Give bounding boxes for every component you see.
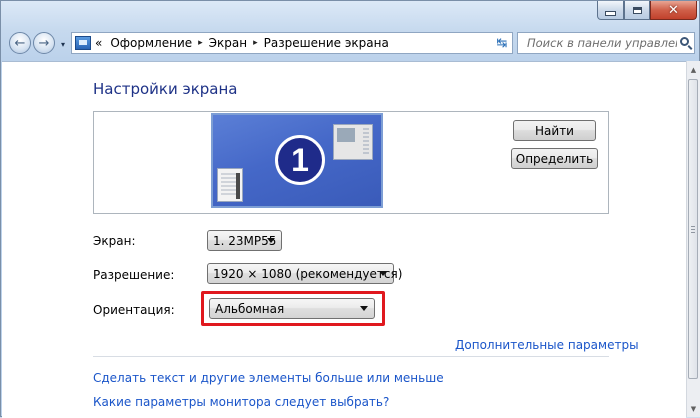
grip-line: [691, 229, 695, 230]
orientation-select-value: Альбомная: [215, 301, 285, 316]
chevron-down-icon: ▾: [60, 39, 65, 49]
breadcrumb-display[interactable]: Экран: [209, 36, 247, 50]
advanced-settings-link[interactable]: Дополнительные параметры: [455, 338, 639, 352]
maximize-icon: [632, 6, 642, 14]
control-panel-window: ✕ ← → ▾ « Оформление ▸ Экран ▸ Разрешени…: [0, 0, 700, 418]
search-box[interactable]: [517, 32, 695, 54]
window-thumbnail-icon: [333, 124, 373, 160]
scroll-down-icon[interactable]: ▼: [687, 402, 700, 415]
dropdown-arrow-icon: [379, 271, 387, 276]
arrow-left-icon: ←: [14, 35, 26, 51]
resolution-label: Разрешение:: [93, 268, 175, 282]
orientation-select[interactable]: Альбомная: [209, 298, 375, 319]
dropdown-arrow-icon: [267, 238, 275, 243]
dropdown-arrow-icon: [360, 306, 368, 311]
grip-line: [691, 226, 695, 227]
monitor-settings-help-link[interactable]: Какие параметры монитора следует выбрать…: [93, 395, 389, 409]
forward-button[interactable]: →: [33, 32, 55, 54]
resolution-select-value: 1920 × 1080 (рекомендуется): [213, 266, 403, 281]
resolution-select[interactable]: 1920 × 1080 (рекомендуется): [207, 263, 402, 284]
orientation-label: Ориентация:: [93, 303, 175, 317]
arrow-right-icon: →: [38, 35, 50, 51]
divider: [93, 356, 609, 357]
refresh-icon: ↹: [496, 35, 508, 51]
scroll-up-icon[interactable]: ▲: [687, 63, 700, 76]
text-size-link[interactable]: Сделать текст и другие элементы больше и…: [93, 371, 444, 385]
page-title: Настройки экрана: [93, 80, 238, 98]
vertical-scrollbar[interactable]: ▲ ▼: [686, 61, 700, 417]
document-thumbnail-icon: [217, 168, 243, 202]
close-icon: ✕: [668, 2, 679, 18]
monitor-1-thumbnail[interactable]: 1: [211, 113, 383, 208]
maximize-button[interactable]: [624, 1, 650, 20]
find-button[interactable]: Найти: [513, 120, 596, 141]
breadcrumb-overflow[interactable]: «: [95, 36, 102, 50]
close-button[interactable]: ✕: [650, 1, 697, 20]
refresh-button[interactable]: ↹: [492, 33, 512, 53]
search-input[interactable]: [525, 33, 679, 53]
breadcrumb-appearance[interactable]: Оформление: [110, 36, 192, 50]
recent-pages-button[interactable]: ▾: [58, 39, 68, 49]
monitor-number-badge: 1: [275, 135, 325, 185]
control-panel-icon: [75, 36, 91, 50]
back-button[interactable]: ←: [9, 32, 31, 54]
screen-label: Экран:: [93, 234, 136, 248]
breadcrumb-separator-icon[interactable]: ▸: [198, 38, 203, 48]
search-icon[interactable]: [680, 37, 689, 46]
content-panel: Настройки экрана 1 Найти Определить Экра…: [2, 61, 686, 418]
grip-line: [691, 232, 695, 233]
minimize-icon: [605, 10, 616, 16]
breadcrumb-separator-icon[interactable]: ▸: [253, 38, 258, 48]
breadcrumb-screen-resolution[interactable]: Разрешение экрана: [264, 36, 389, 50]
address-bar[interactable]: « Оформление ▸ Экран ▸ Разрешение экрана: [71, 32, 513, 54]
identify-button[interactable]: Определить: [511, 148, 598, 169]
screen-select[interactable]: 1. 23MP55: [207, 230, 282, 251]
minimize-button[interactable]: [597, 1, 624, 20]
scrollbar-thumb[interactable]: [688, 79, 698, 379]
